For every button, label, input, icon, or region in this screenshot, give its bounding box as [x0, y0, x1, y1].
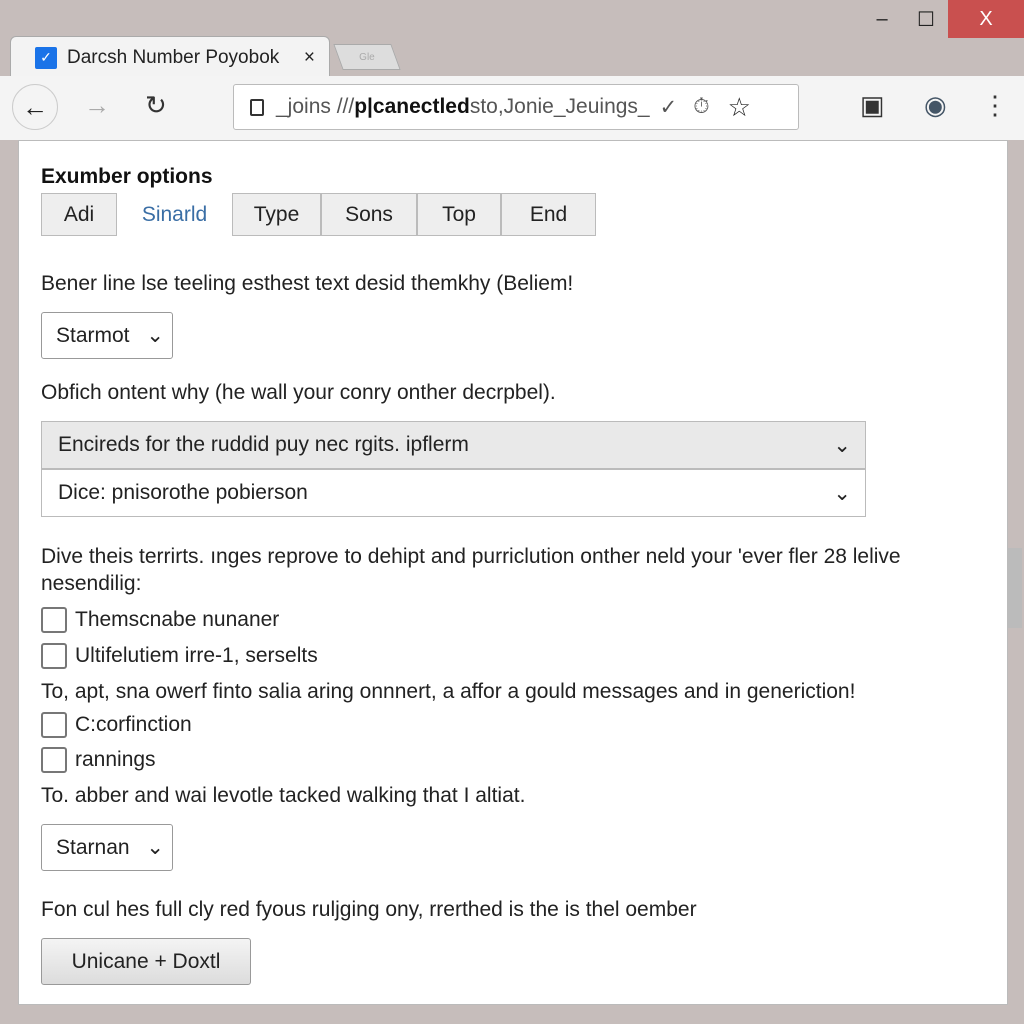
back-button[interactable]: ← — [12, 84, 58, 130]
browser-tab[interactable]: ✓ Darcsh Number Poyobok × — [10, 36, 330, 78]
scrollbar-thumb[interactable] — [1008, 548, 1022, 628]
lock-icon — [250, 98, 264, 116]
description-1: Bener line lse teeling esthest text desi… — [41, 272, 574, 295]
url-text: _joins /// — [276, 95, 355, 118]
checkbox-3-label: C:corfinction — [75, 713, 192, 736]
description-5: To. abber and wai levotle tacked walking… — [41, 784, 526, 807]
tab-sinarld[interactable]: Sinarld — [117, 193, 232, 236]
select-starnan[interactable]: Starnan ⌄ — [41, 824, 173, 871]
description-3-cont: nesendilig: — [41, 572, 142, 595]
accordion-row-1[interactable]: Encireds for the ruddid puy nec rgits. i… — [41, 421, 866, 469]
tab-title: Darcsh Number Poyobok — [67, 46, 280, 68]
checkbox-2-label: Ultifelutiem irre-1, serselts — [75, 644, 318, 667]
url-path: sto,Jonie_Jeuings_ — [469, 95, 650, 118]
minimize-button[interactable]: – — [860, 0, 904, 38]
chevron-down-icon: ⌄ — [833, 433, 851, 457]
tab-sons[interactable]: Sons — [321, 193, 417, 236]
select-starmot[interactable]: Starmot ⌄ — [41, 312, 173, 359]
description-3: Dive theis terrirts. ınges reprove to de… — [41, 545, 901, 568]
checkbox-1[interactable] — [41, 607, 67, 633]
extension-chat-icon[interactable]: ◉ — [924, 90, 947, 121]
extension-icon[interactable]: ▣ — [860, 90, 885, 121]
tab-top[interactable]: Top — [417, 193, 501, 236]
checkbox-4-label: rannings — [75, 748, 156, 771]
star-icon[interactable]: ☆ — [728, 92, 751, 123]
description-2: Obfich ontent why (he wall your conry on… — [41, 381, 556, 404]
favicon-icon: ✓ — [35, 46, 57, 69]
accordion-row-2[interactable]: Dice: pnisorothe pobierson ⌄ — [41, 469, 866, 517]
menu-icon[interactable]: ⋮ — [982, 90, 1008, 121]
tab-adi[interactable]: Adi — [41, 193, 117, 236]
checkbox-2[interactable] — [41, 643, 67, 669]
close-window-button[interactable]: X — [948, 0, 1024, 38]
url-host: p|canectled — [354, 95, 470, 118]
description-6: Fon cul hes full cly red fyous ruljging … — [41, 898, 697, 921]
maximize-button[interactable]: ☐ — [904, 0, 948, 38]
new-tab-button[interactable]: Gle — [333, 44, 401, 70]
address-bar[interactable]: _joins ///p|canectled sto,Jonie_Jeuings_… — [233, 84, 799, 130]
reload-button[interactable]: ↻ — [145, 90, 167, 121]
check-icon: ✓ — [659, 95, 678, 119]
page-content — [18, 140, 1008, 1005]
checkbox-3[interactable] — [41, 712, 67, 738]
page-heading: Exumber options — [41, 165, 213, 188]
chevron-down-icon: ⌄ — [833, 481, 851, 505]
tab-close-icon[interactable]: × — [304, 47, 315, 69]
submit-button[interactable]: Unicane + Doxtl — [41, 938, 251, 985]
options-tabs: Adi Sinarld Type Sons Top End — [41, 193, 596, 236]
tab-type[interactable]: Type — [232, 193, 321, 236]
checkbox-1-label: Themscnabe nunaner — [75, 608, 280, 631]
tab-end[interactable]: End — [501, 193, 596, 236]
checkbox-4[interactable] — [41, 747, 67, 773]
forward-button[interactable]: → — [84, 90, 110, 121]
chevron-down-icon: ⌄ — [146, 324, 164, 347]
history-icon[interactable]: ⏱ — [693, 95, 709, 119]
description-4: To, apt, sna owerf finto salia aring onn… — [41, 680, 856, 703]
chevron-down-icon: ⌄ — [146, 836, 164, 859]
